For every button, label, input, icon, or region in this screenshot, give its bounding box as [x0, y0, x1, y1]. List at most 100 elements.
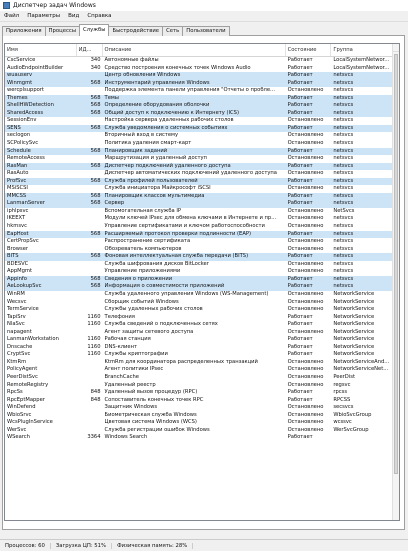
service-name: wuauserv — [7, 72, 33, 79]
table-row[interactable]: RpcEptMapper 848 Сопоставитель конечных то… — [5, 397, 399, 405]
service-status: Остановлено — [287, 132, 324, 139]
table-row[interactable]: SessionEnv Настройка сервера удаленных ра… — [5, 117, 399, 125]
service-status: Работает — [287, 253, 313, 260]
table-row[interactable]: Dnscache 1160 DNS-клиент Работает NetworkSer… — [5, 344, 399, 352]
table-row[interactable]: Schedule 568 Планировщик заданий Работает ne… — [5, 147, 399, 156]
tab-network[interactable]: Сеть — [162, 26, 184, 36]
tab-processes[interactable]: Процессы — [44, 26, 81, 36]
table-row[interactable]: Winmgmt 568 Инструментарий управления Wind… — [5, 79, 399, 88]
table-row[interactable]: napagent Агент защиты сетевого доступа Ост… — [5, 329, 399, 337]
table-row[interactable]: WbioSrvc Биометрическая служба Windows Ост… — [5, 412, 399, 420]
tab-services[interactable]: Службы — [79, 24, 110, 36]
table-row[interactable]: RemoteAccess Маршрутизация и удаленный до… — [5, 155, 399, 163]
service-pid: 3364 — [87, 434, 101, 441]
services-list[interactable]: Имя ИД... Описание Состояние Группа CscS… — [4, 43, 400, 521]
table-row[interactable]: WcsPlugInService Цветовая система Windows… — [5, 419, 399, 427]
table-row[interactable]: ProfSvc 568 Служба профилей пользователей Р… — [5, 177, 399, 186]
menu-options[interactable]: Параметры — [27, 13, 60, 19]
column-group[interactable]: Группа — [331, 44, 399, 56]
table-row[interactable]: PolicyAgent Агент политики IPsec Остановле… — [5, 366, 399, 374]
table-row[interactable]: MMCSS 568 Планировщик классов мультимедиа Р… — [5, 192, 399, 201]
service-group: NetworkService — [333, 313, 375, 320]
service-status: Работает — [287, 313, 313, 320]
service-description: Планировщик заданий — [104, 147, 168, 154]
table-row[interactable]: EapHost 568 Расширяемый протокол проверки … — [5, 230, 399, 239]
service-name: ShellHWDetection — [7, 102, 54, 109]
table-row[interactable]: SENS 568 Служба уведомления о системных со… — [5, 124, 399, 133]
table-row[interactable]: KtmRm KtmRm для координатора распределенн… — [5, 359, 399, 367]
table-row[interactable]: TapiSrv 1160 Телефония Работает NetworkServi… — [5, 314, 399, 322]
service-description: Сборщик событий Windows — [104, 298, 179, 305]
table-row[interactable]: RasAuto Диспетчер автоматических подключе… — [5, 170, 399, 178]
service-group — [331, 434, 399, 442]
table-row[interactable]: RemoteRegistry Удаленный реестр Остановлен… — [5, 382, 399, 390]
table-row[interactable]: WSearch 3364 Windows Search Работает — [5, 434, 399, 442]
table-row[interactable]: RpcSs 848 Удаленный вызов процедур (RPC) Ра… — [5, 389, 399, 397]
table-row[interactable]: SCPolicySvc Политика удаления смарт-карт О… — [5, 140, 399, 148]
table-row[interactable]: AppMgmt Управление приложениями Остановлен… — [5, 268, 399, 276]
service-pid: 568 — [90, 102, 101, 109]
table-row[interactable]: LanmanWorkstation 1160 Рабочая станция Рабо… — [5, 336, 399, 344]
table-row[interactable]: IKEEXT Модули ключей IPsec для обмена клю… — [5, 215, 399, 223]
table-row[interactable]: iphlpsvc Вспомогательная служба IP Останов… — [5, 208, 399, 216]
scrollbar-thumb[interactable] — [394, 54, 398, 474]
table-row[interactable]: Appinfo 568 Сведения о приложении Работает n… — [5, 275, 399, 284]
service-status: Работает — [287, 177, 313, 184]
table-row[interactable]: WerSvc Служба регистрации ошибок Windows О… — [5, 427, 399, 435]
table-row[interactable]: Wecsvc Сборщик событий Windows Остановлено… — [5, 299, 399, 307]
menu-help[interactable]: Справка — [87, 13, 111, 19]
table-row[interactable]: RasMan 568 Диспетчер подключений удаленног… — [5, 162, 399, 171]
table-row[interactable]: BITS 568 Фоновая интеллектуальная служба п… — [5, 253, 399, 261]
service-group: NetworkServiceAnd... — [333, 358, 390, 365]
menu-view[interactable]: Вид — [68, 13, 79, 19]
vertical-scrollbar[interactable] — [392, 44, 399, 520]
tab-users[interactable]: Пользователи — [182, 26, 230, 36]
table-row[interactable]: SharedAccess 568 Общий доступ к подключени… — [5, 109, 399, 118]
tab-strip: Приложения Процессы Службы Быстродействи… — [2, 24, 230, 36]
service-status: Остановлено — [287, 223, 324, 230]
scroll-up-arrow-icon[interactable] — [393, 44, 399, 52]
menu-file[interactable]: Файл — [4, 13, 19, 19]
table-row[interactable]: hkmsvc Управление сертификатами и ключом … — [5, 223, 399, 231]
table-row[interactable]: Themes 568 Темы Работает netsvcs — [5, 94, 399, 103]
service-description: Настройка сервера удаленных рабочих стол… — [104, 117, 234, 124]
service-group: NetworkService — [333, 306, 375, 313]
table-row[interactable]: AudioEndpointBuilder 340 Средство построен… — [5, 65, 399, 73]
table-row[interactable]: BDESVC Служба шифрования дисков BitLocker… — [5, 261, 399, 269]
service-pid: 848 — [90, 389, 101, 396]
service-pid: 568 — [90, 109, 101, 116]
service-status: Работает — [287, 94, 313, 101]
table-row[interactable]: Browser Обозреватель компьютеров Остановле… — [5, 246, 399, 254]
table-row[interactable]: PeerDistSvc BranchCache Остановлено PeerDis… — [5, 374, 399, 382]
service-pid — [77, 117, 103, 125]
column-name[interactable]: Имя — [5, 44, 77, 56]
table-row[interactable]: TermService Службы удаленных рабочих стол… — [5, 306, 399, 314]
table-row[interactable]: CryptSvc 1160 Службы криптографии Работает N… — [5, 351, 399, 359]
table-row[interactable]: seclogon Вторичный вход в систему Остановл… — [5, 132, 399, 140]
service-status: Остановлено — [287, 419, 324, 426]
column-status[interactable]: Состояние — [286, 44, 332, 56]
column-description[interactable]: Описание — [103, 44, 286, 56]
service-group: netsvcs — [333, 275, 354, 282]
service-name: wercplsupport — [7, 87, 44, 94]
table-row[interactable]: MSiSCSI Служба инициатора Майкрософт iSCS… — [5, 185, 399, 193]
table-row[interactable]: AeLookupSvc 568 Информация о совместимости… — [5, 283, 399, 291]
tab-performance[interactable]: Быстродействие — [108, 26, 164, 36]
table-row[interactable]: LanmanServer 568 Сервер Работает netsvcs — [5, 200, 399, 208]
service-status: Остановлено — [287, 245, 324, 252]
table-row[interactable]: wuauserv Центр обновления Windows Работает… — [5, 72, 399, 80]
table-row[interactable]: wercplsupport Поддержка элемента панели у… — [5, 87, 399, 95]
table-row[interactable]: WinRM Служба удаленного управления Window… — [5, 291, 399, 299]
service-description: Информация о совместимости приложений — [104, 283, 225, 290]
service-name: WbioSrvc — [7, 411, 32, 418]
service-pid — [77, 185, 103, 193]
tab-applications[interactable]: Приложения — [2, 26, 46, 36]
table-row[interactable]: CscService 340 Автономные файлы Работает Loc… — [5, 57, 399, 65]
table-row[interactable]: ShellHWDetection 568 Определение оборудова… — [5, 102, 399, 110]
column-pid[interactable]: ИД... — [77, 44, 103, 56]
table-row[interactable]: NlaSvc 1160 Служба сведений о подключенных… — [5, 321, 399, 329]
table-row[interactable]: WinDefend Защитник Windows Остановлено secs… — [5, 404, 399, 412]
service-status: Работает — [287, 434, 313, 441]
table-row[interactable]: CertPropSvc Распространение сертификата Ос… — [5, 238, 399, 246]
service-status: Работает — [287, 72, 313, 79]
